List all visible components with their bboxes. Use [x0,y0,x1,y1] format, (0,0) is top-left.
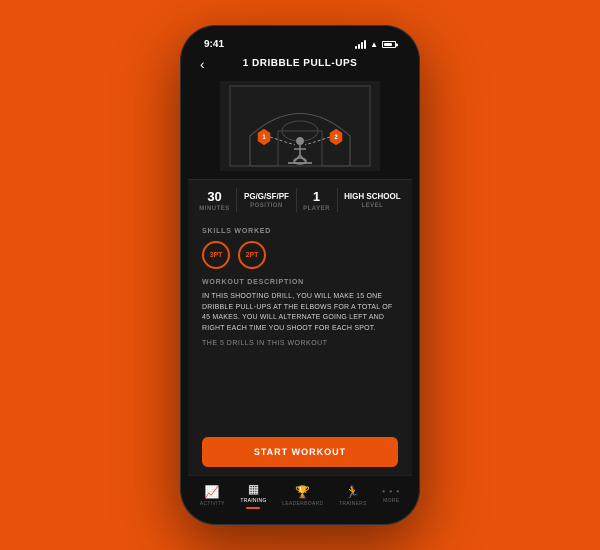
back-button[interactable]: ‹ [200,56,205,72]
description-text: IN THIS SHOOTING DRILL, YOU WILL MAKE 15… [202,292,398,334]
status-time: 9:41 [204,39,224,50]
skills-row: 3PT 2PT [202,241,398,269]
wifi-icon: ▲ [370,40,378,49]
level-value: HIGH SCHOOL [344,192,400,201]
bottom-nav: 📈 ACTIVITY ▦ TRAINING 🏆 LEADERBOARD 🏃 TR… [188,475,412,517]
minutes-label: MINUTES [199,206,230,212]
leaderboard-label: LEADERBOARD [282,501,323,507]
status-bar: 9:41 ▲ [188,33,412,52]
skill-3pt-label: 3PT [210,252,223,259]
spacer [188,351,412,431]
training-icon: ▦ [248,482,259,496]
nav-item-activity[interactable]: 📈 ACTIVITY [200,485,225,507]
phone-device: 9:41 ▲ ‹ 1 DRIBBLE PULL-UPS [180,25,420,525]
court-container: 1 2 [188,77,412,179]
trainers-label: TRAINERS [339,501,367,507]
stat-level: HIGH SCHOOL LEVEL [344,192,400,209]
player-label: PLAYER [303,206,330,212]
position-label: POSITION [250,203,283,209]
stat-player: 1 PLAYER [303,189,330,212]
phone-screen: 9:41 ▲ ‹ 1 DRIBBLE PULL-UPS [188,33,412,517]
level-label: LEVEL [361,203,383,209]
skills-label: SKILLS WORKED [202,228,398,235]
signal-icon [355,40,366,49]
stat-divider-2 [296,188,297,212]
more-label: MORE [383,498,399,504]
skill-3pt: 3PT [202,241,230,269]
stat-divider-1 [236,188,237,212]
minutes-value: 30 [207,189,221,204]
skill-2pt-label: 2PT [246,252,259,259]
page-title: 1 DRIBBLE PULL-UPS [243,58,358,69]
player-value: 1 [313,189,320,204]
training-label: TRAINING [240,498,266,504]
header: ‹ 1 DRIBBLE PULL-UPS [188,52,412,77]
stats-row: 30 MINUTES PG/G/SF/PF POSITION 1 PLAYER … [188,179,412,220]
stat-minutes: 30 MINUTES [199,189,230,212]
nav-item-more[interactable]: • • • MORE [382,487,400,504]
activity-label: ACTIVITY [200,501,225,507]
nav-item-training[interactable]: ▦ TRAINING [240,482,266,509]
description-section: WORKOUT DESCRIPTION IN THIS SHOOTING DRI… [188,273,412,351]
court-diagram: 1 2 [220,81,380,171]
activity-icon: 📈 [205,485,220,499]
skills-section: SKILLS WORKED 3PT 2PT [188,220,412,273]
nav-active-indicator [246,507,260,509]
start-btn-container: START WORKOUT [188,431,412,475]
drills-label: THE 5 DRILLS IN THIS WORKOUT [202,340,398,347]
skill-2pt: 2PT [238,241,266,269]
status-icons: ▲ [355,40,396,49]
battery-icon [382,41,396,48]
nav-item-trainers[interactable]: 🏃 TRAINERS [339,485,367,507]
more-icon: • • • [382,487,400,496]
nav-item-leaderboard[interactable]: 🏆 LEADERBOARD [282,485,323,507]
stat-position: PG/G/SF/PF POSITION [244,192,289,209]
stat-divider-3 [337,188,338,212]
start-workout-button[interactable]: START WORKOUT [202,437,398,467]
leaderboard-icon: 🏆 [295,485,310,499]
position-value: PG/G/SF/PF [244,192,289,201]
trainers-icon: 🏃 [345,485,360,499]
description-label: WORKOUT DESCRIPTION [202,279,398,286]
